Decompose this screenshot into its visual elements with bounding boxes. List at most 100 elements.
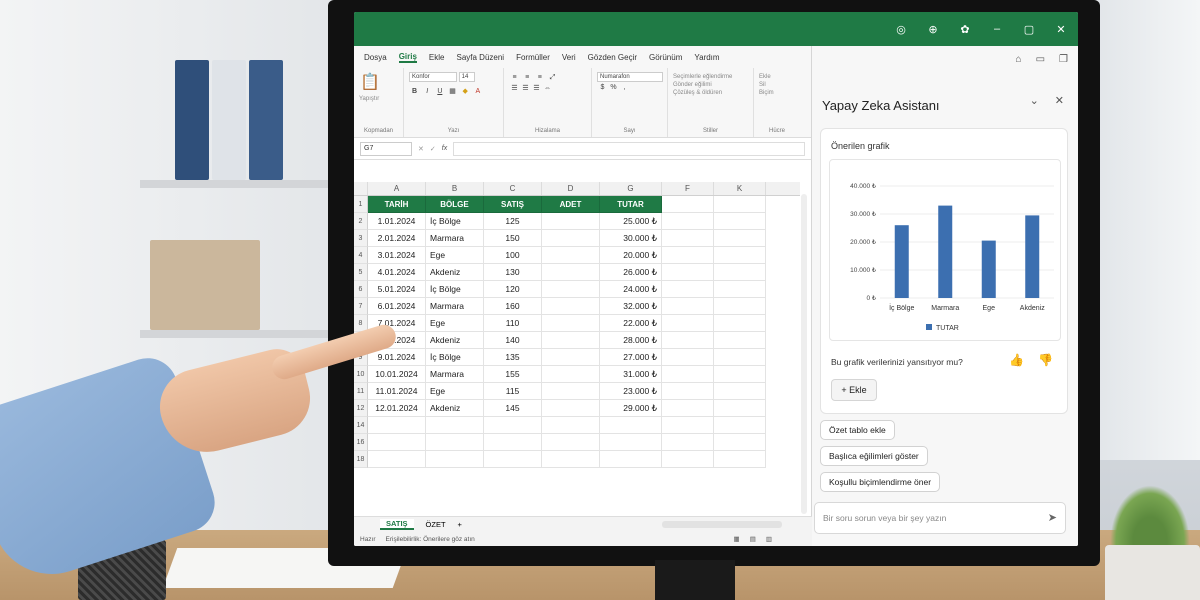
insert-cells[interactable]: Ekle [759,74,795,80]
cell-sales[interactable]: 130 [484,264,542,281]
percent-icon[interactable]: % [609,83,618,92]
header-cell-date[interactable]: TARİH [368,196,426,213]
row-number[interactable]: 18 [354,451,368,468]
cell-sales[interactable]: 145 [484,400,542,417]
cell-sales[interactable]: 135 [484,349,542,366]
cell-qty[interactable] [542,315,600,332]
cell-amount[interactable]: 31.000 ₺ [600,366,662,383]
cell-date[interactable]: 1.01.2024 [368,213,426,230]
cell[interactable] [714,213,766,230]
cell-qty[interactable] [542,230,600,247]
cell[interactable] [662,315,714,332]
chip-show-trends[interactable]: Başlıca eğilimleri göster [820,446,928,466]
cell-qty[interactable] [542,213,600,230]
cell-date[interactable]: 9.01.2024 [368,349,426,366]
cell[interactable] [714,247,766,264]
cell[interactable] [662,196,714,213]
cell-date[interactable]: 2.01.2024 [368,230,426,247]
cell-date[interactable]: 3.01.2024 [368,247,426,264]
cell[interactable] [714,281,766,298]
cell-amount[interactable]: 24.000 ₺ [600,281,662,298]
conditional-formatting[interactable]: Seçimlerle eğlendirme [673,74,748,80]
cell-qty[interactable] [542,366,600,383]
row-number[interactable]: 4 [354,247,368,264]
cell-sales[interactable]: 150 [484,230,542,247]
header-cell-region[interactable]: BÖLGE [426,196,484,213]
cell-qty[interactable] [542,400,600,417]
cell[interactable] [662,383,714,400]
cell[interactable] [662,247,714,264]
number-format-select[interactable]: Numarafon [597,72,663,82]
cell[interactable] [714,349,766,366]
cell-sales[interactable]: 160 [484,298,542,315]
accessibility-status[interactable]: Erişilebilirlik: Önerilere göz atın [386,536,475,543]
tab-file[interactable]: Dosya [364,53,387,62]
cell-date[interactable]: 5.01.2024 [368,281,426,298]
cell[interactable] [714,230,766,247]
bar-İç Bölge[interactable] [894,225,909,298]
font-color-icon[interactable]: A [473,87,482,96]
vertical-scrollbar[interactable] [801,194,807,514]
cancel-icon[interactable]: ✕ [418,145,424,153]
cell-amount[interactable]: 30.000 ₺ [600,230,662,247]
cell-amount[interactable]: 22.000 ₺ [600,315,662,332]
comma-icon[interactable]: , [620,83,629,92]
cell-sales[interactable]: 115 [484,383,542,400]
format-cells[interactable]: Biçim [759,90,795,96]
cell-region[interactable]: Akdeniz [426,400,484,417]
cell[interactable] [714,383,766,400]
row-number[interactable]: 10 [354,366,368,383]
cell-amount[interactable]: 27.000 ₺ [600,349,662,366]
cell-qty[interactable] [542,349,600,366]
cell-qty[interactable] [542,298,600,315]
cell[interactable] [662,230,714,247]
column-header[interactable]: G [600,182,662,195]
fx-icon[interactable]: fx [442,145,447,152]
row-number[interactable]: 1 [354,196,368,213]
row-number[interactable]: 14 [354,417,368,434]
cell-sales[interactable]: 100 [484,247,542,264]
tab-page-layout[interactable]: Sayfa Düzeni [456,53,504,62]
align-bottom-icon[interactable]: ≡ [535,73,544,82]
cell-region[interactable]: Akdeniz [426,332,484,349]
cell-region[interactable]: İç Bölge [426,281,484,298]
minimize-button[interactable]: – [990,23,1004,35]
cell-region[interactable]: Marmara [426,230,484,247]
align-center-icon[interactable]: ☰ [521,84,530,93]
row-number[interactable]: 7 [354,298,368,315]
home-icon[interactable]: ⌂ [1016,54,1022,65]
tab-help[interactable]: Yardım [694,53,719,62]
copy-icon[interactable]: ❐ [1059,54,1068,65]
format-as-table[interactable]: Gönder eğilimi [673,82,748,88]
cell-date[interactable]: 12.01.2024 [368,400,426,417]
merge-icon[interactable]: ⇔ [543,84,552,93]
cell-qty[interactable] [542,264,600,281]
cell[interactable] [714,366,766,383]
border-icon[interactable]: ▦ [448,87,457,96]
thumbs-up-icon[interactable]: 👍 [1009,353,1024,367]
column-header[interactable]: D [542,182,600,195]
fill-color-icon[interactable]: ◆ [461,87,470,96]
chip-pivot-table[interactable]: Özet tablo ekle [820,420,895,440]
cell-region[interactable]: İç Bölge [426,213,484,230]
column-header[interactable]: C [484,182,542,195]
align-right-icon[interactable]: ☰ [532,84,541,93]
cell-sales[interactable]: 140 [484,332,542,349]
row-number[interactable]: 6 [354,281,368,298]
comments-icon[interactable]: ▭ [1036,54,1045,65]
cell-region[interactable]: Ege [426,247,484,264]
cell-amount[interactable]: 29.000 ₺ [600,400,662,417]
column-header[interactable]: K [714,182,766,195]
cell-qty[interactable] [542,281,600,298]
orientation-icon[interactable]: ⤢ [548,73,557,82]
row-number[interactable]: 12 [354,400,368,417]
cell[interactable] [662,298,714,315]
currency-icon[interactable]: $ [598,83,607,92]
delete-cells[interactable]: Sil [759,82,795,88]
close-button[interactable]: ✕ [1054,23,1068,36]
cell-region[interactable]: Ege [426,383,484,400]
cell-amount[interactable]: 26.000 ₺ [600,264,662,281]
cell-amount[interactable]: 28.000 ₺ [600,332,662,349]
name-box[interactable]: G7 [360,141,412,156]
cell[interactable] [714,196,766,213]
